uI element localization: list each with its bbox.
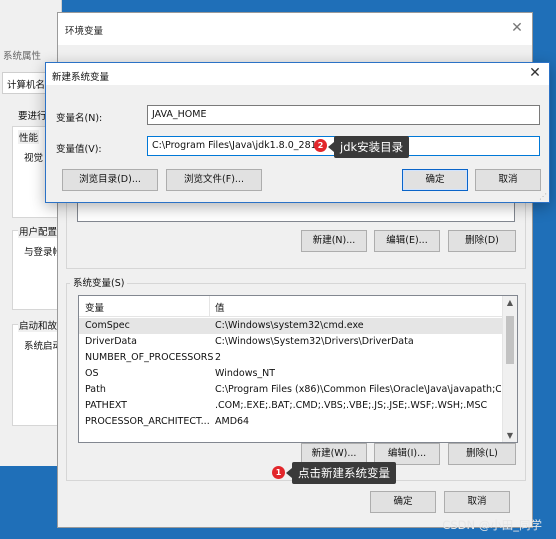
table-row[interactable]: DriverData C:\Windows\System32\Drivers\D… [79, 334, 503, 350]
scroll-thumb[interactable] [506, 316, 514, 364]
vertical-scrollbar[interactable]: ▲ ▼ [502, 296, 517, 442]
variable-name-input[interactable]: JAVA_HOME [147, 105, 540, 125]
system-delete-button[interactable]: 删除(L) [448, 443, 516, 465]
step-1-badge: 1 [272, 466, 285, 479]
row-name: Path [85, 384, 106, 395]
label-visual: 视觉 [24, 153, 44, 164]
table-row[interactable]: ComSpec C:\Windows\system32\cmd.exe [79, 318, 503, 334]
new-system-variable-dialog: 新建系统变量 ✕ 变量名(N): JAVA_HOME 变量值(V): C:\Pr… [45, 62, 550, 203]
user-variables-list[interactable] [77, 202, 515, 222]
env-titlebar: 环境变量 ✕ [58, 13, 532, 45]
system-variables-label: 系统变量(S) [70, 275, 128, 289]
label-user-profiles: 用户配置 [18, 224, 59, 238]
scroll-up-icon[interactable]: ▲ [503, 298, 517, 307]
row-name: DriverData [85, 336, 137, 347]
label-admin-note: 要进行 [18, 111, 47, 122]
row-name: ComSpec [85, 320, 130, 331]
env-ok-button[interactable]: 确定 [370, 491, 436, 513]
env-title: 环境变量 [65, 26, 104, 37]
table-header: 变量 值 [79, 296, 503, 317]
variable-name-label: 变量名(N): [56, 113, 103, 124]
callout-new-system-variable: 点击新建系统变量 [286, 462, 396, 484]
scroll-down-icon[interactable]: ▼ [503, 431, 517, 440]
row-value: C:\Program Files (x86)\Common Files\Orac… [215, 384, 501, 395]
browse-file-button[interactable]: 浏览文件(F)... [166, 169, 262, 191]
label-startup: 启动和故 [18, 318, 59, 332]
user-edit-button[interactable]: 编辑(E)... [374, 230, 440, 252]
dialog-title: 新建系统变量 [52, 72, 110, 83]
system-properties-title: 系统属性 [3, 51, 42, 62]
watermark: CSDN @小田_同学 [442, 518, 542, 532]
dialog-cancel-button[interactable]: 取消 [475, 169, 541, 191]
variable-value-label: 变量值(V): [56, 144, 102, 155]
row-value: AMD64 [215, 416, 250, 427]
label-performance: 性能 [18, 130, 40, 144]
dialog-titlebar: 新建系统变量 ✕ [46, 63, 549, 85]
row-value: C:\Windows\System32\Drivers\DriverData [215, 336, 414, 347]
column-value[interactable]: 值 [215, 300, 225, 314]
column-variable[interactable]: 变量 [85, 300, 104, 314]
env-cancel-button[interactable]: 取消 [444, 491, 510, 513]
system-variables-table[interactable]: 变量 值 ComSpec C:\Windows\system32\cmd.exe… [78, 295, 518, 443]
callout-jdk-dir: jdk安装目录 [327, 136, 410, 158]
close-icon[interactable]: ✕ [527, 65, 543, 81]
step-2-badge: 2 [314, 139, 327, 152]
dialog-ok-button[interactable]: 确定 [402, 169, 468, 191]
row-value: .COM;.EXE;.BAT;.CMD;.VBS;.VBE;.JS;.JSE;.… [215, 400, 488, 411]
table-row[interactable]: NUMBER_OF_PROCESSORS 2 [79, 350, 503, 366]
user-new-button[interactable]: 新建(N)... [301, 230, 367, 252]
row-name: NUMBER_OF_PROCESSORS [85, 352, 214, 363]
row-name: PATHEXT [85, 400, 127, 411]
user-profiles-group [12, 230, 61, 310]
row-name: OS [85, 368, 99, 379]
table-row[interactable]: Path C:\Program Files (x86)\Common Files… [79, 382, 503, 398]
table-row[interactable]: PROCESSOR_ARCHITECT... AMD64 [79, 414, 503, 430]
browse-directory-button[interactable]: 浏览目录(D)... [62, 169, 158, 191]
row-name: PROCESSOR_ARCHITECT... [85, 416, 209, 427]
row-value: 2 [215, 352, 222, 363]
close-icon[interactable]: ✕ [508, 19, 526, 37]
table-row[interactable]: PATHEXT .COM;.EXE;.BAT;.CMD;.VBS;.VBE;.J… [79, 398, 503, 414]
user-delete-button[interactable]: 删除(D) [448, 230, 516, 252]
row-value: Windows_NT [215, 368, 276, 379]
resize-grip-icon[interactable]: ⋰ [539, 192, 547, 201]
table-row[interactable]: OS Windows_NT [79, 366, 503, 382]
row-value: C:\Windows\system32\cmd.exe [215, 320, 364, 331]
